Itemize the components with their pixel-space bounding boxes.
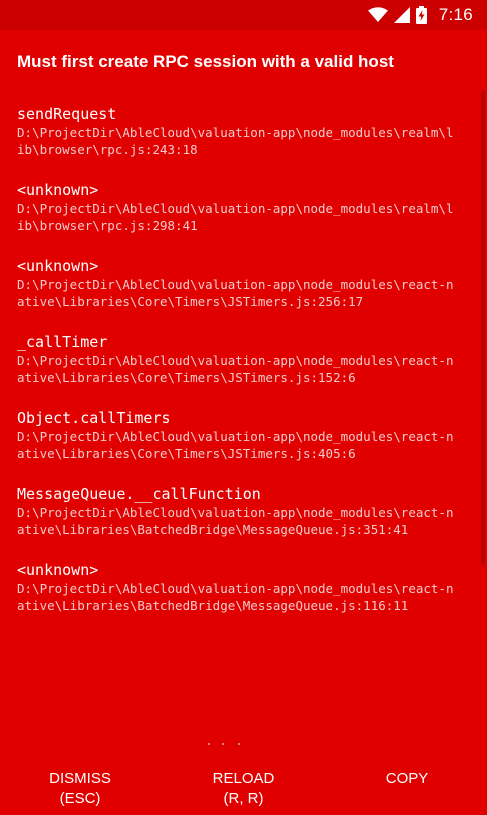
dismiss-button-label: DISMISS — [49, 770, 111, 787]
wifi-icon — [367, 7, 388, 23]
stack-frame-method: Object.callTimers — [17, 409, 171, 427]
stack-trace[interactable]: sendRequest D:\ProjectDir\AbleCloud\valu… — [17, 104, 477, 744]
dismiss-button-shortcut: (ESC) — [59, 790, 101, 807]
scroll-fade-indicator — [208, 743, 240, 745]
stack-frame-file: D:\ProjectDir\AbleCloud\valuation-app\no… — [17, 201, 454, 233]
stack-frame-method: MessageQueue.__callFunction — [17, 485, 261, 503]
copy-button-label: COPY — [385, 770, 429, 787]
stack-frame-file: D:\ProjectDir\AbleCloud\valuation-app\no… — [17, 125, 454, 157]
error-title: Must first create RPC session with a val… — [17, 52, 394, 71]
status-bar: 7:16 — [0, 0, 487, 30]
copy-button[interactable]: COPY — [327, 765, 487, 815]
reload-button-label: RELOAD — [212, 770, 275, 787]
stack-frame[interactable]: Object.callTimers D:\ProjectDir\AbleClou… — [17, 408, 477, 462]
stack-frame[interactable]: MessageQueue.__callFunction D:\ProjectDi… — [17, 484, 477, 538]
redbox-error-screen: 7:16 Must first create RPC session with … — [0, 0, 487, 815]
action-bar: DISMISS (ESC) RELOAD (R, R) COPY — [0, 765, 487, 815]
scrollbar[interactable] — [481, 90, 485, 565]
stack-frame-file: D:\ProjectDir\AbleCloud\valuation-app\no… — [17, 429, 454, 461]
stack-frame[interactable]: <unknown> D:\ProjectDir\AbleCloud\valuat… — [17, 180, 477, 234]
stack-frame[interactable]: <unknown> D:\ProjectDir\AbleCloud\valuat… — [17, 256, 477, 310]
dismiss-button[interactable]: DISMISS (ESC) — [0, 765, 160, 815]
stack-frame-method: <unknown> — [17, 561, 99, 579]
stack-frame-method: <unknown> — [17, 181, 99, 199]
stack-frame-method: <unknown> — [17, 257, 99, 275]
stack-frame-file: D:\ProjectDir\AbleCloud\valuation-app\no… — [17, 581, 454, 613]
battery-charging-icon — [415, 6, 427, 24]
stack-frame[interactable]: _callTimer D:\ProjectDir\AbleCloud\valua… — [17, 332, 477, 386]
stack-frame[interactable]: <unknown> D:\ProjectDir\AbleCloud\valuat… — [17, 560, 477, 614]
stack-frame-file: D:\ProjectDir\AbleCloud\valuation-app\no… — [17, 277, 454, 309]
reload-button[interactable]: RELOAD (R, R) — [164, 765, 324, 815]
reload-button-shortcut: (R, R) — [223, 790, 264, 807]
stack-frame[interactable]: sendRequest D:\ProjectDir\AbleCloud\valu… — [17, 104, 477, 158]
stack-frame-method: _callTimer — [17, 333, 108, 351]
stack-frame-method: sendRequest — [17, 105, 117, 123]
stack-frame-file: D:\ProjectDir\AbleCloud\valuation-app\no… — [17, 505, 454, 537]
status-time: 7:16 — [438, 5, 473, 24]
signal-icon — [393, 7, 410, 23]
stack-frame-file: D:\ProjectDir\AbleCloud\valuation-app\no… — [17, 353, 454, 385]
